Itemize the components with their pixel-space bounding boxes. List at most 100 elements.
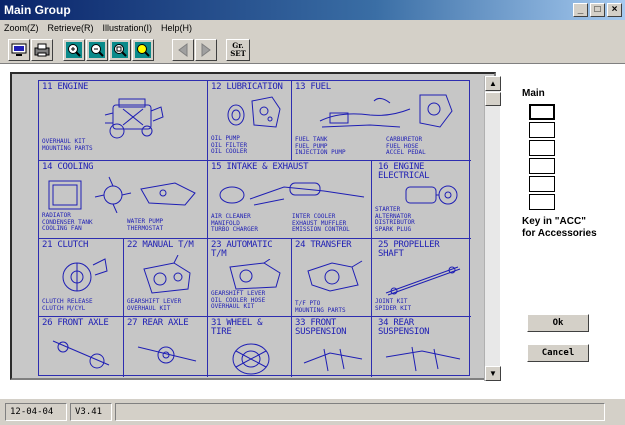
group-parts-secondary: INTER COOLER EXHAUST MUFFLER EMISSION CO… xyxy=(292,213,350,233)
minimize-icon[interactable]: _ xyxy=(573,3,588,17)
group-parts-secondary: CARBURETOR FUEL HOSE ACCEL PEDAL xyxy=(386,136,426,156)
main-group-label: Main xyxy=(522,88,545,99)
title-bar: Main Group _ □ × xyxy=(0,0,625,20)
arrow-left-icon xyxy=(178,43,188,57)
maximize-icon[interactable]: □ xyxy=(590,3,605,17)
group-parts: GEARSHIFT LEVER OIL COOLER HOSE OVERHAUL… xyxy=(211,290,266,310)
group-cell-16[interactable]: 16 ENGINE ELECTRICAL STARTER ALTERNATOR … xyxy=(372,161,471,239)
group-parts: STARTER ALTERNATOR DISTRIBUTOR SPARK PLU… xyxy=(375,206,415,233)
group-code-input-1[interactable] xyxy=(529,104,555,120)
group-cell-13[interactable]: 13 FUEL FUEL TANK FUEL PUMP INJECTION PU… xyxy=(292,81,471,161)
group-title: 31 WHEEL & TIRE xyxy=(211,318,263,337)
zoom-out-button[interactable] xyxy=(86,39,108,61)
group-parts: JOINT KIT SPIDER KIT xyxy=(375,298,412,312)
scroll-down-icon[interactable]: ▼ xyxy=(485,366,501,381)
group-cell-11[interactable]: 11 ENGINE OVERHAUL KIT MOUNTING PARTS xyxy=(39,81,208,161)
zoom-fit-button[interactable] xyxy=(109,39,131,61)
status-message xyxy=(115,403,605,421)
group-parts: OVERHAUL KIT MOUNTING PARTS xyxy=(42,138,93,152)
group-code-input-2[interactable] xyxy=(529,122,555,138)
scroll-thumb[interactable] xyxy=(485,92,501,106)
magnifier-fit-icon xyxy=(112,42,128,58)
group-title: 14 COOLING xyxy=(42,162,94,172)
group-title: 16 ENGINE ELECTRICAL xyxy=(378,162,430,181)
next-button[interactable] xyxy=(195,39,217,61)
group-code-input-4[interactable] xyxy=(529,158,555,174)
group-cell-33[interactable]: 33 FRONT SUSPENSION xyxy=(292,317,372,377)
close-icon[interactable]: × xyxy=(607,3,622,17)
group-cell-31[interactable]: 31 WHEEL & TIRE xyxy=(208,317,292,377)
group-title: 27 REAR AXLE xyxy=(127,318,189,328)
main-area: 11 ENGINE OVERHAUL KIT MOUNTING PARTS 12… xyxy=(0,64,625,398)
print-button[interactable] xyxy=(31,39,53,61)
ok-button[interactable]: Ok xyxy=(527,314,589,332)
group-title: 25 PROPELLER SHAFT xyxy=(378,240,440,259)
window-controls: _ □ × xyxy=(573,3,622,17)
monitor-view-button[interactable] xyxy=(8,39,30,61)
group-cell-15[interactable]: 15 INTAKE & EXHAUST AIR CLEANER MANIFOLD… xyxy=(208,161,372,239)
group-title: 22 MANUAL T/M xyxy=(127,240,194,250)
group-title: 23 AUTOMATIC T/M xyxy=(211,240,273,259)
status-version: V3.41 xyxy=(70,403,112,421)
menu-illustration[interactable]: Illustration(I) xyxy=(103,20,153,36)
scroll-up-icon[interactable]: ▲ xyxy=(485,76,501,91)
group-cell-21[interactable]: 21 CLUTCH CLUTCH RELEASE CLUTCH M/CYL xyxy=(39,239,124,317)
cancel-button[interactable]: Cancel xyxy=(527,344,589,362)
group-parts: GEARSHIFT LEVER OVERHAUL KIT xyxy=(127,298,182,312)
manual-transmission-icon xyxy=(143,255,191,294)
fuel-system-icon xyxy=(319,94,453,128)
arrow-right-icon xyxy=(201,43,211,57)
menu-bar: Zoom(Z) Retrieve(R) Illustration(I) Help… xyxy=(0,20,625,36)
group-cell-24[interactable]: 24 TRANSFER T/F PTO MOUNTING PARTS xyxy=(292,239,372,317)
wheel-tire-icon xyxy=(232,343,270,375)
transfer-icon xyxy=(307,260,363,292)
previous-button[interactable] xyxy=(172,39,194,61)
toolbar: Gr. SET xyxy=(0,36,625,64)
group-title: 11 ENGINE xyxy=(42,82,89,92)
group-title: 33 FRONT SUSPENSION xyxy=(295,318,347,337)
group-parts-secondary: WATER PUMP THERMOSTAT xyxy=(127,218,164,232)
group-cell-27[interactable]: 27 REAR AXLE xyxy=(124,317,208,377)
group-cell-34[interactable]: 34 REAR SUSPENSION xyxy=(372,317,471,377)
group-code-input-6[interactable] xyxy=(529,194,555,210)
status-date: 12-04-04 xyxy=(5,403,67,421)
cooling-icon xyxy=(48,176,196,213)
group-code-input-3[interactable] xyxy=(529,140,555,156)
automatic-transmission-icon xyxy=(229,259,281,290)
group-parts: FUEL TANK FUEL PUMP INJECTION PUMP xyxy=(295,136,346,156)
clutch-icon xyxy=(62,258,108,292)
group-code-input-5[interactable] xyxy=(529,176,555,192)
group-title: 34 REAR SUSPENSION xyxy=(378,318,430,337)
group-cell-14[interactable]: 14 COOLING RADIATOR CONDENSER TANK COOLI… xyxy=(39,161,208,239)
vertical-scrollbar[interactable]: ▲ ▼ xyxy=(484,76,501,381)
front-axle-icon xyxy=(52,340,110,369)
group-parts: AIR CLEANER MANIFOLD TURBO CHARGER xyxy=(211,213,258,233)
menu-retrieve[interactable]: Retrieve(R) xyxy=(48,20,94,36)
magnifier-minus-icon xyxy=(89,42,105,58)
group-cell-22[interactable]: 22 MANUAL T/M GEARSHIFT LEVER OVERHAUL K… xyxy=(124,239,208,317)
gr-set-label: Gr. SET xyxy=(230,42,246,58)
gr-set-label-bottom: SET xyxy=(230,49,246,58)
group-cell-26[interactable]: 26 FRONT AXLE xyxy=(39,317,124,377)
rear-axle-icon xyxy=(137,346,197,364)
group-parts: CLUTCH RELEASE CLUTCH M/CYL xyxy=(42,298,93,312)
group-cell-23[interactable]: 23 AUTOMATIC T/M GEARSHIFT LEVER OIL COO… xyxy=(208,239,292,317)
accessories-hint: Key in "ACC" for Accessories xyxy=(522,216,597,239)
menu-help[interactable]: Help(H) xyxy=(161,20,192,36)
zoom-in-button[interactable] xyxy=(63,39,85,61)
group-cell-25[interactable]: 25 PROPELLER SHAFT JOINT KIT SPIDER KIT xyxy=(372,239,471,317)
menu-zoom[interactable]: Zoom(Z) xyxy=(4,20,39,36)
group-title: 12 LUBRICATION xyxy=(211,82,283,92)
group-title: 26 FRONT AXLE xyxy=(42,318,109,328)
illustration-panel: 11 ENGINE OVERHAUL KIT MOUNTING PARTS 12… xyxy=(10,72,496,380)
rear-suspension-icon xyxy=(385,346,461,372)
group-cell-12[interactable]: 12 LUBRICATION OIL PUMP OIL FILTER OIL C… xyxy=(208,81,292,161)
gr-set-button[interactable]: Gr. SET xyxy=(226,39,250,61)
zoom-reset-button[interactable] xyxy=(132,39,154,61)
group-title: 24 TRANSFER xyxy=(295,240,352,250)
printer-icon xyxy=(34,43,50,57)
lubrication-icon xyxy=(227,96,281,128)
monitor-icon xyxy=(11,43,27,56)
group-title: 21 CLUTCH xyxy=(42,240,89,250)
group-parts: OIL PUMP OIL FILTER OIL COOLER xyxy=(211,135,248,155)
